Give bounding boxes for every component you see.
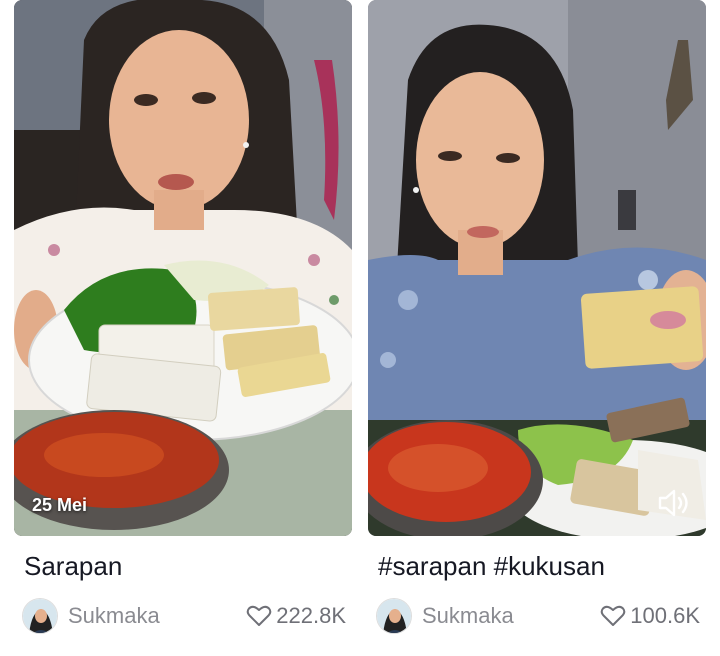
video-card[interactable]: 25 Mei Sarapan Sukmaka 222.8K [14,0,352,656]
speaker-icon[interactable] [656,486,692,520]
video-thumbnail[interactable]: 25 Mei [14,0,352,536]
like-count-value: 222.8K [276,603,346,628]
author-name[interactable]: Sukmaka [422,603,600,629]
author-avatar[interactable] [376,598,412,634]
heart-icon [247,605,272,626]
post-date-badge: 25 Mei [32,495,88,515]
author-avatar[interactable] [22,598,58,634]
video-title[interactable]: Sarapan [24,551,348,582]
video-card[interactable]: #sarapan #kukusan Sukmaka 100.6K [368,0,706,656]
author-name[interactable]: Sukmaka [68,603,246,629]
like-count[interactable]: 100.6K [600,603,700,629]
video-meta-row: Sukmaka 100.6K [376,596,702,636]
thumbnail-image [14,0,352,536]
like-count[interactable]: 222.8K [246,603,346,629]
like-count-value: 100.6K [630,603,700,628]
thumbnail-image [368,0,706,536]
video-thumbnail[interactable] [368,0,706,536]
video-meta-row: Sukmaka 222.8K [22,596,348,636]
video-title[interactable]: #sarapan #kukusan [378,551,702,582]
heart-icon [601,605,626,626]
